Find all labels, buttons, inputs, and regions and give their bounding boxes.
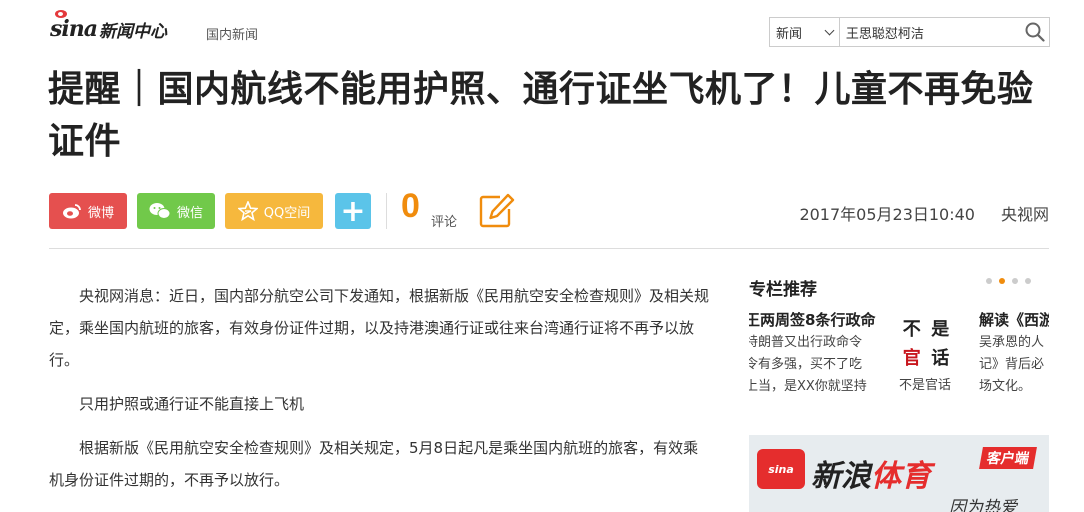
article-source[interactable]: 央视网	[1001, 201, 1049, 225]
weibo-icon	[62, 204, 81, 219]
carousel-dot[interactable]	[1012, 278, 1018, 284]
logo-title: 新闻中心	[99, 22, 167, 42]
comment-count[interactable]: 0	[401, 187, 420, 226]
share-qzone-button[interactable]: QQ空间	[225, 193, 323, 229]
search-icon	[1025, 22, 1046, 42]
column-card[interactable]: 解读《西游 吴承恩的人 记》背后必 场文化。	[979, 308, 1049, 398]
search-category-select[interactable]: 新闻	[770, 18, 840, 46]
carousel-dot[interactable]	[1025, 278, 1031, 284]
bushiguanhua-logo: 不 是 官 话	[899, 315, 953, 369]
column-card-desc: 特朗普又出行政命令	[749, 335, 863, 350]
logo-text: sina	[50, 16, 98, 42]
article-date: 2017年05月23日10:40	[799, 205, 975, 224]
banner-logo-text: sina	[768, 462, 794, 476]
column-card-desc: 记》背后必	[979, 357, 1045, 372]
search-category-value: 新闻	[776, 26, 803, 42]
column-carousel: 王两周签8条行政命 特朗普又出行政命令 令有多强，买不了吃 上当，是XX你就坚持…	[749, 308, 1049, 408]
article-subheading: 只用护照或通行证不能直接上飞机	[79, 395, 305, 413]
article-body: 央视网消息：近日，国内部分航空公司下发通知，根据新版《民用航空安全检查规则》及相…	[49, 280, 711, 508]
column-card-caption: 不是官话	[899, 378, 952, 393]
column-card-desc: 吴承恩的人	[979, 335, 1045, 350]
share-qzone-label: QQ空间	[263, 205, 311, 221]
share-wechat-label: 微信	[176, 205, 203, 221]
seal-char: 官	[902, 348, 921, 369]
seal-char: 是	[931, 319, 950, 340]
sina-sports-app-banner[interactable]: sina 新浪体育 客户端 因为热爱	[749, 435, 1049, 512]
write-comment-button[interactable]	[478, 193, 516, 233]
sina-news-logo[interactable]: sina 新闻中心	[50, 10, 167, 42]
nav-category-link[interactable]: 国内新闻	[206, 24, 258, 43]
banner-slogan: 因为热爱	[949, 498, 1017, 512]
article-paragraph: 央视网消息：近日，国内部分航空公司下发通知，根据新版《民用航空安全检查规则》及相…	[49, 287, 710, 369]
logo-wordmark: sina	[50, 10, 98, 42]
column-card-headline[interactable]: 解读《西游	[979, 308, 1049, 332]
column-card-headline[interactable]: 王两周签8条行政命	[749, 308, 885, 332]
article-paragraph: 根据新版《民用航空安全检查规则》及相关规定，5月8日起凡是乘坐国内航班的旅客，有…	[49, 439, 699, 489]
chevron-down-icon	[824, 25, 835, 35]
article-title: 提醒｜国内航线不能用护照、通行证坐飞机了！儿童不再免验证件	[48, 69, 1034, 162]
wechat-icon	[149, 203, 171, 219]
column-card-desc: 上当，是XX你就坚持	[749, 379, 867, 394]
carousel-pagination	[986, 278, 1031, 284]
search-box: 新闻	[769, 17, 1050, 47]
search-button[interactable]	[1022, 18, 1049, 46]
banner-headline: 新浪体育	[811, 451, 931, 495]
share-weibo-button[interactable]: 微博	[49, 193, 127, 229]
column-card-bushiguanhua[interactable]: 不 是 官 话 不是官话	[899, 315, 959, 393]
logo-eye-icon	[55, 10, 67, 18]
column-recommend-title: 专栏推荐	[749, 280, 817, 300]
plus-icon: +	[340, 193, 366, 229]
share-weibo-label: 微博	[87, 205, 114, 221]
search-input[interactable]	[839, 18, 1022, 46]
banner-tag: 客户端	[979, 447, 1037, 469]
column-card-desc: 令有多强，买不了吃	[749, 357, 863, 372]
banner-headline-b: 体育	[871, 459, 931, 494]
share-bar: 微博 微信 QQ空间 + 0 评论 2017年05月23日10:40 央视网	[49, 187, 1049, 230]
seal-char: 话	[931, 348, 950, 369]
qzone-star-icon	[237, 201, 258, 221]
seal-char: 不	[902, 319, 921, 340]
share-wechat-button[interactable]: 微信	[137, 193, 215, 229]
carousel-dot[interactable]	[986, 278, 992, 284]
comment-label[interactable]: 评论	[431, 211, 457, 230]
column-card[interactable]: 王两周签8条行政命 特朗普又出行政命令 令有多强，买不了吃 上当，是XX你就坚持	[749, 308, 885, 398]
column-card-desc: 场文化。	[979, 379, 1032, 394]
banner-headline-a: 新浪	[811, 459, 871, 494]
carousel-dot-active[interactable]	[999, 278, 1005, 284]
share-divider	[386, 193, 387, 229]
edit-pencil-icon	[479, 193, 515, 228]
site-header: sina 新闻中心 国内新闻 新闻	[50, 10, 1050, 52]
header-divider	[49, 248, 1049, 249]
share-more-button[interactable]: +	[335, 193, 371, 229]
sina-sports-logo-icon: sina	[757, 449, 805, 489]
